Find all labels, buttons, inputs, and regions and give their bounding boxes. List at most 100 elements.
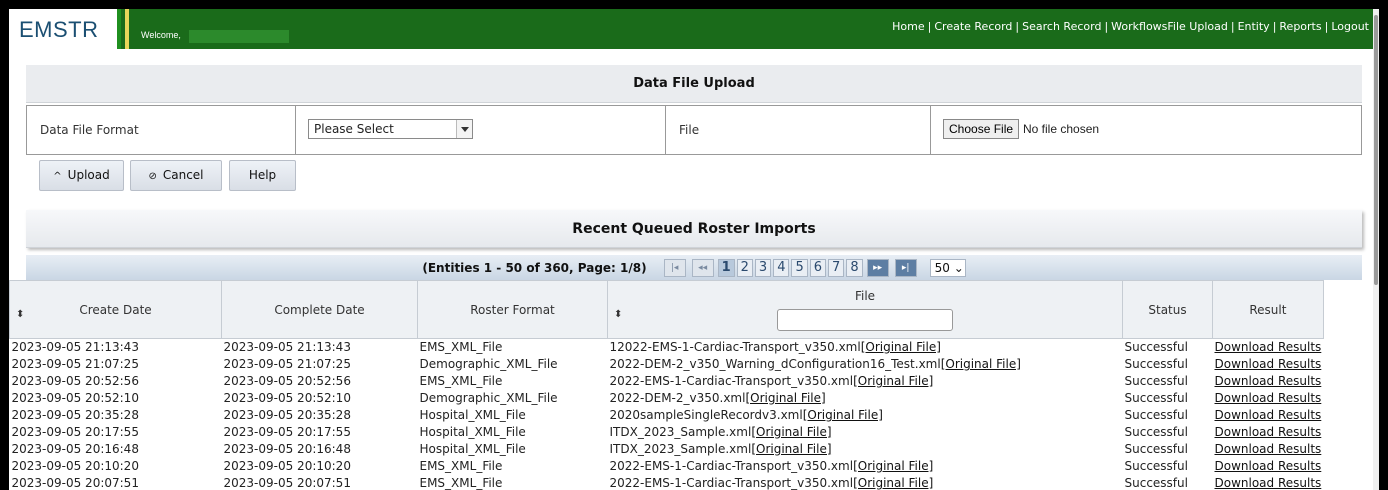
create-date-cell: 2023-09-05 20:16:48 bbox=[11, 442, 139, 456]
first-page-icon[interactable]: |◂ bbox=[663, 258, 686, 277]
top-nav: Home | Create Record | Search Record | Workflo… bbox=[892, 20, 1369, 33]
help-button[interactable]: Help bbox=[229, 160, 296, 191]
page-scrollbar[interactable] bbox=[1373, 9, 1379, 490]
scrollbar-thumb[interactable] bbox=[1374, 15, 1378, 285]
col-create-date-label: Create Date bbox=[79, 302, 152, 317]
download-results-link[interactable]: Download Results bbox=[1215, 357, 1322, 371]
cancel-circle-icon: ⊘ bbox=[148, 171, 157, 182]
page-7[interactable]: 7 bbox=[828, 258, 845, 277]
upload-panel-title: Data File Upload bbox=[26, 65, 1362, 103]
download-results-link[interactable]: Download Results bbox=[1215, 459, 1322, 473]
nav-home[interactable]: Home bbox=[892, 20, 924, 33]
table-row: 2023-09-05 20:52:10 2023-09-05 20:52:10 De… bbox=[10, 390, 1324, 407]
page-2[interactable]: 2 bbox=[736, 258, 753, 277]
table-row: 2023-09-05 20:52:56 2023-09-05 20:52:56 EM… bbox=[10, 373, 1324, 390]
next-page-icon[interactable]: ▸▸ bbox=[866, 258, 889, 277]
download-results-link[interactable]: Download Results bbox=[1215, 476, 1322, 490]
create-date-cell: 2023-09-05 20:52:56 bbox=[11, 374, 139, 388]
download-results-link[interactable]: Download Results bbox=[1215, 340, 1322, 354]
sort-icon[interactable]: ⬍ bbox=[16, 309, 24, 320]
roster-format-cell: EMS_XML_File bbox=[419, 459, 503, 473]
complete-date-cell: 2023-09-05 20:10:20 bbox=[223, 459, 351, 473]
col-complete-date-label: Complete Date bbox=[274, 302, 365, 317]
page-5[interactable]: 5 bbox=[791, 258, 808, 277]
col-complete-date[interactable]: Complete Date bbox=[221, 280, 418, 339]
col-roster-format-label: Roster Format bbox=[470, 302, 555, 317]
file-cell: ITDX_2023_Sample.xml[Original File] bbox=[608, 424, 1123, 441]
original-file-link[interactable]: [Original File] bbox=[853, 374, 933, 388]
caret-up-icon: ^ bbox=[53, 171, 62, 182]
page-1[interactable]: 1 bbox=[717, 258, 735, 277]
file-label: File bbox=[679, 123, 700, 137]
col-create-date[interactable]: Create Date ⬍ bbox=[9, 280, 222, 339]
file-cell: 2022-EMS-1-Cardiac-Transport_v350.xml[Or… bbox=[608, 373, 1123, 390]
nav-reports[interactable]: Reports bbox=[1279, 20, 1321, 33]
nav-create-record[interactable]: Create Record bbox=[934, 20, 1012, 33]
col-file[interactable]: File ⬍ bbox=[607, 280, 1123, 339]
file-name: 12022-EMS-1-Cardiac-Transport_v350.xml bbox=[609, 340, 861, 354]
table-row: 2023-09-05 20:16:48 2023-09-05 20:16:48 Ho… bbox=[10, 441, 1324, 458]
cancel-button[interactable]: ⊘ Cancel bbox=[130, 160, 222, 191]
complete-date-cell: 2023-09-05 21:07:25 bbox=[223, 357, 351, 371]
original-file-link[interactable]: [Original File] bbox=[861, 340, 941, 354]
col-result[interactable]: Result bbox=[1212, 280, 1324, 339]
original-file-link[interactable]: [Original File] bbox=[803, 408, 883, 422]
original-file-link[interactable]: [Original File] bbox=[751, 442, 831, 456]
download-results-link[interactable]: Download Results bbox=[1215, 391, 1322, 405]
original-file-link[interactable]: [Original File] bbox=[751, 425, 831, 439]
file-cell: 2022-DEM-2_v350_Warning_dConfiguration16… bbox=[608, 356, 1123, 373]
logo-text: EMSTR bbox=[19, 17, 99, 42]
nav-logout[interactable]: Logout bbox=[1331, 20, 1369, 33]
username-redacted bbox=[189, 30, 289, 43]
file-filter-input[interactable] bbox=[777, 308, 953, 331]
roster-format-cell: Hospital_XML_File bbox=[419, 442, 526, 456]
page-4[interactable]: 4 bbox=[773, 258, 790, 277]
roster-table-body: 2023-09-05 21:13:43 2023-09-05 21:13:43 EM… bbox=[10, 339, 1324, 490]
file-name: ITDX_2023_Sample.xml bbox=[609, 425, 752, 439]
file-input-cell: Choose File No file chosen bbox=[931, 106, 1361, 154]
roster-format-cell: EMS_XML_File bbox=[419, 374, 503, 388]
download-results-link[interactable]: Download Results bbox=[1215, 442, 1322, 456]
original-file-link[interactable]: [Original File] bbox=[941, 357, 1021, 371]
page-8[interactable]: 8 bbox=[846, 258, 863, 277]
last-page-icon[interactable]: ▸| bbox=[894, 258, 917, 277]
original-file-link[interactable]: [Original File] bbox=[853, 476, 933, 490]
roster-format-cell: Demographic_XML_File bbox=[419, 391, 558, 405]
complete-date-cell: 2023-09-05 20:17:55 bbox=[223, 425, 351, 439]
page-3[interactable]: 3 bbox=[754, 258, 772, 277]
original-file-link[interactable]: [Original File] bbox=[745, 391, 825, 405]
upload-button-label: Upload bbox=[67, 168, 110, 182]
sort-icon[interactable]: ⬍ bbox=[614, 309, 622, 320]
no-file-text: No file chosen bbox=[1023, 122, 1100, 136]
app-window: EMSTR Welcome, Home | Create Record | Search… bbox=[9, 9, 1379, 490]
original-file-link[interactable]: [Original File] bbox=[853, 459, 933, 473]
download-results-link[interactable]: Download Results bbox=[1215, 425, 1322, 439]
choose-file-button[interactable]: Choose File bbox=[943, 119, 1020, 139]
result-cell: Download Results bbox=[1213, 390, 1324, 407]
logo[interactable]: EMSTR bbox=[9, 9, 121, 49]
nav-entity[interactable]: Entity bbox=[1238, 20, 1270, 33]
page-6[interactable]: 6 bbox=[809, 258, 827, 277]
file-cell: 2020sampleSingleRecordv3.xml[Original Fi… bbox=[608, 407, 1123, 424]
file-name: 2022-DEM-2_v350.xml bbox=[609, 391, 746, 405]
welcome-text: Welcome, bbox=[141, 30, 181, 40]
per-page-select[interactable]: 50 ⌄ bbox=[929, 258, 966, 277]
file-name: ITDX_2023_Sample.xml bbox=[609, 442, 752, 456]
pager-info: (Entities 1 - 50 of 360, Page: 1/8) bbox=[422, 260, 647, 275]
download-results-link[interactable]: Download Results bbox=[1215, 374, 1322, 388]
upload-button[interactable]: ^ Upload bbox=[39, 160, 124, 191]
prev-page-icon[interactable]: ◂◂ bbox=[691, 258, 714, 277]
file-label-cell: File bbox=[666, 106, 931, 154]
nav-workflows-file-upload[interactable]: WorkflowsFile Upload bbox=[1111, 20, 1228, 33]
table-row: 2023-09-05 20:17:55 2023-09-05 20:17:55 Ho… bbox=[10, 424, 1324, 441]
logo-stripe bbox=[125, 9, 129, 49]
complete-date-cell: 2023-09-05 20:52:10 bbox=[223, 391, 351, 405]
create-date-cell: 2023-09-05 20:35:28 bbox=[11, 408, 139, 422]
result-cell: Download Results bbox=[1213, 475, 1324, 490]
format-select[interactable]: Please Select bbox=[308, 119, 473, 139]
nav-search-record[interactable]: Search Record bbox=[1022, 20, 1101, 33]
create-date-cell: 2023-09-05 20:10:20 bbox=[11, 459, 139, 473]
download-results-link[interactable]: Download Results bbox=[1215, 408, 1322, 422]
col-roster-format[interactable]: Roster Format bbox=[417, 280, 608, 339]
col-status[interactable]: Status bbox=[1122, 280, 1213, 339]
